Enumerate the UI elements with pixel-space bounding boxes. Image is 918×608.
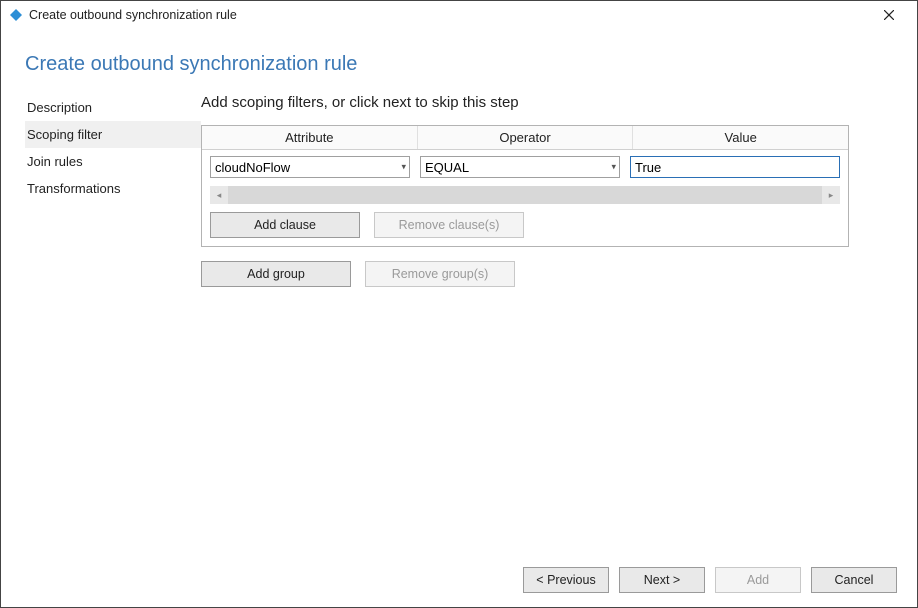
next-button[interactable]: Next > bbox=[619, 567, 705, 593]
column-header-value: Value bbox=[633, 126, 848, 149]
content-area: Description Scoping filter Join rules Tr… bbox=[1, 94, 917, 557]
sidebar-item-join-rules[interactable]: Join rules bbox=[25, 148, 201, 175]
dialog-window: Create outbound synchronization rule Cre… bbox=[0, 0, 918, 608]
group-button-row: Add group Remove group(s) bbox=[201, 261, 877, 287]
close-button[interactable] bbox=[869, 1, 909, 29]
add-clause-button[interactable]: Add clause bbox=[210, 212, 360, 238]
scroll-right-arrow[interactable]: ▸ bbox=[822, 186, 840, 204]
page-title: Create outbound synchronization rule bbox=[1, 29, 917, 94]
main-panel: Add scoping filters, or click next to sk… bbox=[201, 94, 917, 557]
sidebar-item-description[interactable]: Description bbox=[25, 94, 201, 121]
sidebar-item-scoping-filter[interactable]: Scoping filter bbox=[25, 121, 201, 148]
horizontal-scrollbar[interactable]: ◂ ▸ bbox=[210, 186, 840, 204]
window-title: Create outbound synchronization rule bbox=[29, 8, 237, 22]
clause-button-row: Add clause Remove clause(s) bbox=[202, 212, 848, 246]
wizard-sidebar: Description Scoping filter Join rules Tr… bbox=[1, 94, 201, 557]
scoping-filter-box: Attribute Operator Value cloudNoFlow ▾ bbox=[201, 125, 849, 247]
column-header-operator: Operator bbox=[418, 126, 634, 149]
attribute-combo-wrap: cloudNoFlow ▾ bbox=[210, 156, 410, 178]
app-icon bbox=[9, 8, 23, 22]
value-input[interactable] bbox=[630, 156, 840, 178]
sidebar-item-transformations[interactable]: Transformations bbox=[25, 175, 201, 202]
remove-clauses-button: Remove clause(s) bbox=[374, 212, 524, 238]
scroll-track[interactable] bbox=[228, 186, 822, 204]
add-group-button[interactable]: Add group bbox=[201, 261, 351, 287]
instruction-text: Add scoping filters, or click next to sk… bbox=[201, 94, 877, 111]
attribute-select[interactable]: cloudNoFlow bbox=[210, 156, 410, 178]
column-header-attribute: Attribute bbox=[202, 126, 418, 149]
operator-select[interactable]: EQUAL bbox=[420, 156, 620, 178]
filter-clause-row: cloudNoFlow ▾ EQUAL ▾ bbox=[202, 150, 848, 184]
dialog-body: Create outbound synchronization rule Des… bbox=[1, 29, 917, 557]
add-button: Add bbox=[715, 567, 801, 593]
filter-header-row: Attribute Operator Value bbox=[202, 126, 848, 150]
scroll-left-arrow[interactable]: ◂ bbox=[210, 186, 228, 204]
titlebar: Create outbound synchronization rule bbox=[1, 1, 917, 29]
dialog-footer: < Previous Next > Add Cancel bbox=[1, 557, 917, 607]
cancel-button[interactable]: Cancel bbox=[811, 567, 897, 593]
operator-combo-wrap: EQUAL ▾ bbox=[420, 156, 620, 178]
previous-button[interactable]: < Previous bbox=[523, 567, 609, 593]
remove-groups-button: Remove group(s) bbox=[365, 261, 515, 287]
